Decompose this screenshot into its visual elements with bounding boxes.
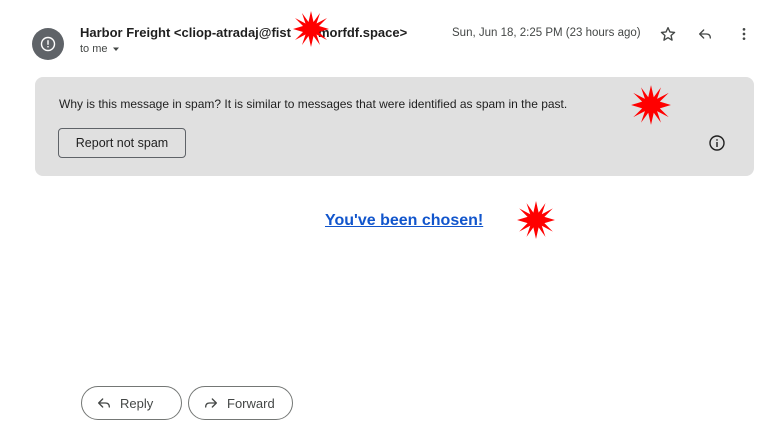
more-options-button[interactable] — [734, 24, 754, 44]
report-not-spam-button[interactable]: Report not spam — [58, 128, 186, 158]
info-icon[interactable] — [708, 134, 726, 152]
forward-label: Forward — [227, 395, 275, 411]
redaction-burst — [631, 85, 671, 125]
redaction-burst — [293, 11, 329, 47]
star-button[interactable] — [658, 24, 678, 44]
reply-label: Reply — [120, 395, 154, 411]
message-date: Sun, Jun 18, 2:25 PM (23 hours ago) — [452, 27, 641, 39]
chosen-link[interactable]: You've been chosen! — [325, 212, 483, 230]
caret-down-icon — [112, 47, 119, 51]
spam-warning-text: Why is this message in spam? It is simil… — [59, 97, 568, 111]
sender-address: Harbor Freight <cliop-atradaj@fist — [80, 25, 291, 40]
recipient-label: to me — [80, 43, 108, 55]
forward-icon — [205, 398, 217, 408]
reply-icon — [699, 29, 711, 39]
reply-icon — [98, 398, 110, 408]
redaction-burst — [517, 201, 555, 239]
alert-icon — [40, 36, 56, 52]
recipient-details-toggle[interactable]: to me — [80, 43, 121, 55]
star-icon — [660, 27, 676, 41]
reply-header-button[interactable] — [695, 24, 715, 44]
sender-avatar[interactable] — [32, 28, 64, 60]
sender-name: Harbor Freight <cliop-atradaj@fist morfdf… — [80, 25, 407, 40]
more-vert-icon — [742, 28, 746, 40]
reply-button[interactable]: Reply — [81, 386, 182, 420]
forward-button[interactable]: Forward — [188, 386, 293, 420]
sender-address-tail: morfdf.space> — [317, 25, 408, 40]
